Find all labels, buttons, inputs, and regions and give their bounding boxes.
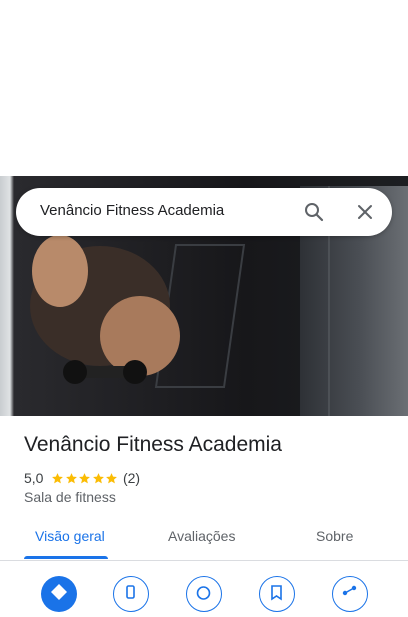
active-tab-indicator [24, 556, 108, 559]
tabs-divider [0, 560, 408, 561]
tab-about[interactable]: Sobre [316, 528, 353, 544]
directions-button[interactable] [41, 576, 77, 612]
star-icon [52, 472, 64, 483]
save-button[interactable] [259, 576, 295, 612]
share-icon [342, 585, 357, 596]
place-category[interactable]: Sala de fitness [24, 489, 116, 505]
search-input[interactable]: Venâncio Fitness Academia [40, 202, 224, 219]
website-button[interactable] [186, 576, 222, 612]
tab-reviews[interactable]: Avaliações [168, 528, 235, 544]
star-icon [66, 472, 77, 483]
star-icon [106, 472, 118, 483]
save-icon [271, 585, 282, 601]
star-rating [51, 472, 119, 485]
star-icon [93, 472, 104, 483]
phone-button[interactable] [113, 576, 149, 612]
place-title: Venâncio Fitness Academia [24, 433, 282, 456]
star-icon [79, 472, 91, 483]
tab-overview[interactable]: Visão geral [35, 528, 105, 544]
directions-icon [51, 584, 67, 600]
rating-row[interactable]: 5,0 (2) [24, 469, 140, 487]
website-icon [196, 586, 211, 600]
share-button[interactable] [332, 576, 368, 612]
close-icon[interactable] [353, 200, 377, 224]
phone-icon [126, 585, 135, 599]
rating-value: 5,0 [24, 470, 44, 486]
search-icon[interactable] [302, 200, 326, 224]
search-bar[interactable]: Venâncio Fitness Academia [16, 188, 392, 236]
review-count[interactable]: (2) [123, 470, 140, 486]
